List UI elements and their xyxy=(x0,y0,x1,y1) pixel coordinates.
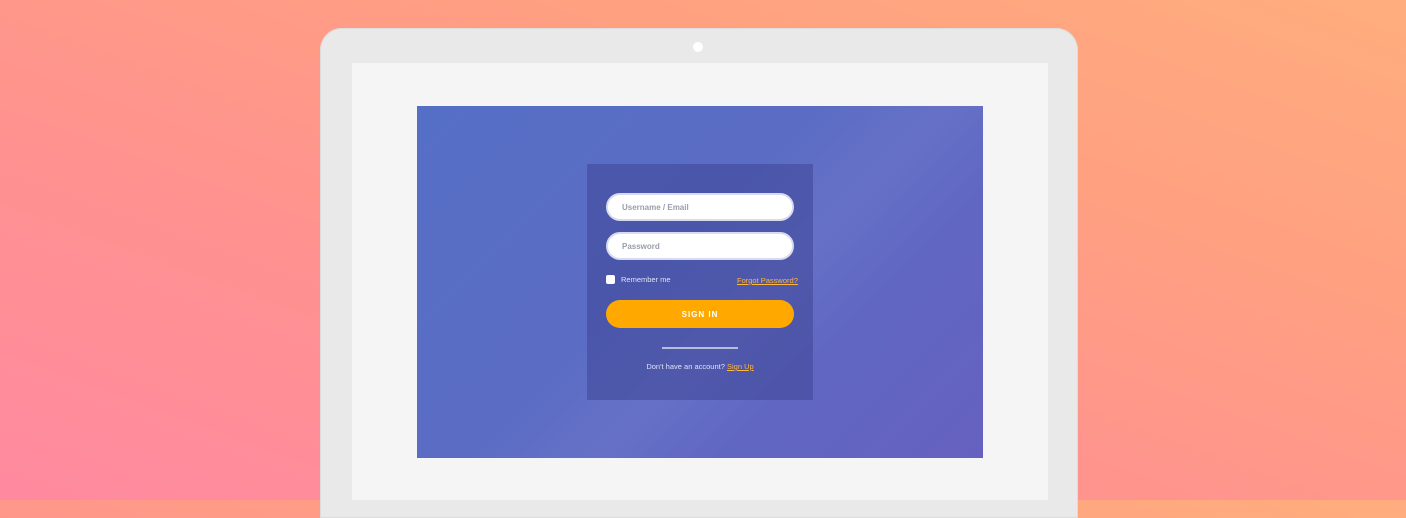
divider xyxy=(662,347,738,349)
remember-me-row: Remember me xyxy=(606,275,671,284)
no-account-text: Don't have an account? xyxy=(646,362,725,371)
username-email-input[interactable] xyxy=(606,193,794,221)
sign-up-link[interactable]: Sign Up xyxy=(727,362,754,371)
signup-prompt: Don't have an account? Sign Up xyxy=(587,362,813,371)
sign-in-button[interactable]: SIGN IN xyxy=(606,300,794,328)
remember-me-label: Remember me xyxy=(621,275,671,284)
camera-icon xyxy=(693,42,703,52)
remember-me-checkbox[interactable] xyxy=(606,275,615,284)
password-input[interactable] xyxy=(606,232,794,260)
forgot-password-link[interactable]: Forgot Password? xyxy=(737,276,798,285)
